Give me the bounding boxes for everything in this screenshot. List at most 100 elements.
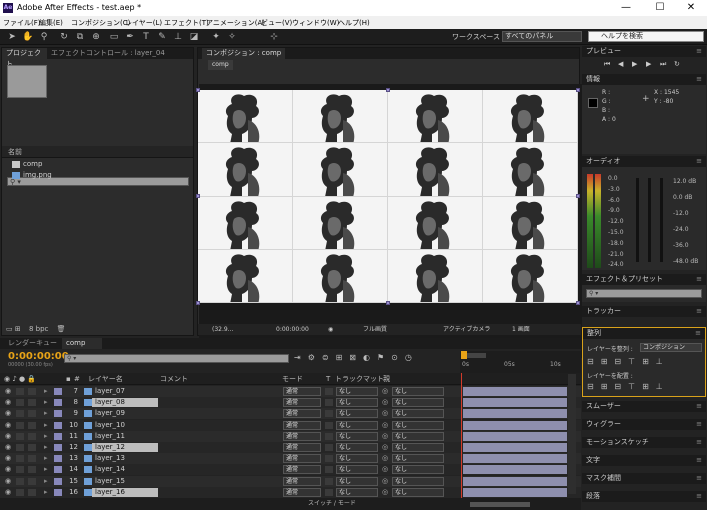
- preserve-transparency-switch[interactable]: [325, 477, 333, 485]
- next-frame-icon[interactable]: ▶: [646, 60, 651, 68]
- parent-select[interactable]: なし: [392, 409, 444, 419]
- track-matte-select[interactable]: なし: [336, 476, 378, 486]
- pickwhip-icon[interactable]: ◎: [382, 420, 388, 431]
- panel-menu-icon[interactable]: ≡: [696, 156, 702, 167]
- audio-switch[interactable]: [16, 488, 24, 496]
- tab-project[interactable]: プロジェクト: [2, 48, 47, 68]
- timeline-scrollbar[interactable]: [568, 374, 576, 494]
- solo-switch[interactable]: [28, 466, 36, 474]
- parent-select[interactable]: なし: [392, 465, 444, 475]
- tab-effect-controls[interactable]: エフェクトコントロール : layer_04: [47, 48, 169, 59]
- parent-select[interactable]: なし: [392, 431, 444, 441]
- layer-name[interactable]: layer_07: [92, 387, 158, 396]
- motion-sketch-header[interactable]: モーションスケッチ ≡: [582, 437, 706, 448]
- track-matte-select[interactable]: なし: [336, 487, 378, 497]
- blend-mode-select[interactable]: 通常: [283, 387, 321, 396]
- layer-duration-bar[interactable]: [463, 420, 567, 430]
- pickwhip-icon[interactable]: ◎: [382, 442, 388, 453]
- blend-mode-select[interactable]: 通常: [283, 476, 321, 486]
- col-parent[interactable]: 親: [383, 373, 390, 385]
- track-matte-select[interactable]: なし: [336, 409, 378, 419]
- blend-mode-select[interactable]: 通常: [283, 409, 321, 419]
- label-color-swatch[interactable]: [54, 410, 62, 418]
- smoother-panel[interactable]: スムーザー ≡: [582, 401, 706, 412]
- layer-row[interactable]: ◉ ▸ 10 layer_10 通常 なし ◎ なし: [0, 419, 581, 431]
- pickwhip-icon[interactable]: ◎: [382, 464, 388, 475]
- maximize-button[interactable]: ☐: [645, 1, 675, 15]
- label-color-swatch[interactable]: [54, 455, 62, 463]
- clone-stamp-tool-icon[interactable]: ⊥: [172, 31, 184, 43]
- current-time-indicator[interactable]: [461, 373, 462, 498]
- pickwhip-icon[interactable]: ◎: [382, 386, 388, 397]
- preserve-transparency-switch[interactable]: [325, 444, 333, 451]
- paragraph-header[interactable]: 段落 ≡: [582, 491, 706, 502]
- loop-icon[interactable]: ↻: [674, 60, 680, 68]
- playhead-icon[interactable]: [461, 351, 467, 359]
- mask-interp-header[interactable]: マスク補間 ≡: [582, 473, 706, 484]
- layer-duration-bar[interactable]: [463, 454, 567, 464]
- character-panel[interactable]: 文字 ≡: [582, 455, 706, 466]
- tab-render-queue[interactable]: レンダーキュー: [4, 338, 61, 349]
- eye-icon[interactable]: ◉: [5, 464, 11, 475]
- layer-duration-bar[interactable]: [463, 487, 567, 497]
- timeline-search-input[interactable]: ⚲ ▾: [64, 354, 289, 363]
- blend-mode-select[interactable]: 通常: [283, 465, 321, 475]
- play-icon[interactable]: ▶: [632, 60, 637, 68]
- transform-handle[interactable]: [386, 88, 390, 92]
- project-item-comp[interactable]: comp: [4, 159, 42, 170]
- label-color-swatch[interactable]: [54, 421, 62, 429]
- label-color-swatch[interactable]: [54, 444, 62, 451]
- label-color-swatch[interactable]: [54, 488, 62, 496]
- expand-icon[interactable]: ▸: [44, 464, 48, 475]
- col-trkmat[interactable]: トラックマット: [335, 373, 384, 385]
- panel-menu-icon[interactable]: ≡: [695, 328, 701, 339]
- parent-select[interactable]: なし: [392, 420, 444, 430]
- transform-handle[interactable]: [196, 88, 200, 92]
- audio-switch[interactable]: [16, 466, 24, 474]
- layer-row[interactable]: ◉ ▸ 7 layer_07 通常 なし ◎ なし: [0, 386, 581, 397]
- audio-switch[interactable]: [16, 477, 24, 485]
- layer-name[interactable]: layer_15: [92, 477, 158, 486]
- preserve-transparency-switch[interactable]: [325, 432, 333, 440]
- selection-tool-icon[interactable]: ➤: [6, 31, 18, 43]
- minimize-button[interactable]: —: [611, 1, 641, 15]
- menu-animation[interactable]: アニメーション(A): [206, 18, 265, 28]
- last-frame-icon[interactable]: ⏭: [660, 60, 666, 69]
- preserve-transparency-switch[interactable]: [325, 488, 333, 496]
- preserve-transparency-switch[interactable]: [325, 399, 333, 407]
- transform-handle[interactable]: [576, 194, 580, 198]
- layer-row[interactable]: ◉ ▸ 9 layer_09 通常 なし ◎ なし: [0, 408, 581, 420]
- layer-name[interactable]: layer_12: [92, 443, 158, 452]
- parent-select[interactable]: なし: [392, 476, 444, 486]
- audio-switch[interactable]: [16, 444, 24, 451]
- parent-select[interactable]: なし: [392, 443, 444, 452]
- layer-row[interactable]: ◉ ▸ 14 layer_14 通常 なし ◎ なし: [0, 464, 581, 476]
- layer-row[interactable]: ◉ ▸ 16 layer_16 通常 なし ◎ なし: [0, 486, 581, 498]
- panel-menu-icon[interactable]: ≡: [696, 437, 702, 448]
- panel-menu-icon[interactable]: ≡: [696, 274, 702, 285]
- audio-switch[interactable]: [16, 421, 24, 429]
- camera-select[interactable]: アクティブカメラ: [443, 324, 490, 335]
- toggle-switches-modes[interactable]: スイッチ / モード: [308, 498, 356, 510]
- pen-tool-icon[interactable]: ✒: [124, 31, 136, 43]
- eraser-tool-icon[interactable]: ◪: [188, 31, 200, 43]
- smoother-header[interactable]: スムーザー ≡: [582, 401, 706, 412]
- expand-icon[interactable]: ▸: [44, 487, 48, 498]
- label-color-swatch[interactable]: [54, 388, 62, 395]
- layer-duration-bar[interactable]: [463, 476, 567, 486]
- blend-mode-select[interactable]: 通常: [283, 487, 321, 497]
- layer-row[interactable]: ◉ ▸ 11 layer_11 通常 なし ◎ なし: [0, 430, 581, 442]
- blend-mode-select[interactable]: 通常: [283, 443, 321, 452]
- pickwhip-icon[interactable]: ◎: [382, 431, 388, 442]
- parent-select[interactable]: なし: [392, 387, 444, 396]
- track-matte-select[interactable]: なし: [336, 443, 378, 452]
- distribute-buttons[interactable]: ⊟⊞⊟⊤⊞⊥: [587, 382, 697, 392]
- composition-canvas[interactable]: [196, 88, 580, 305]
- panel-menu-icon[interactable]: ≡: [696, 306, 702, 317]
- resolution-select[interactable]: フル画質: [363, 324, 387, 335]
- blend-mode-select[interactable]: 通常: [283, 431, 321, 441]
- layer-name[interactable]: layer_08: [92, 398, 158, 408]
- solo-switch[interactable]: [28, 421, 36, 429]
- menu-composition[interactable]: コンポジション(C): [71, 18, 130, 28]
- parent-select[interactable]: なし: [392, 398, 444, 408]
